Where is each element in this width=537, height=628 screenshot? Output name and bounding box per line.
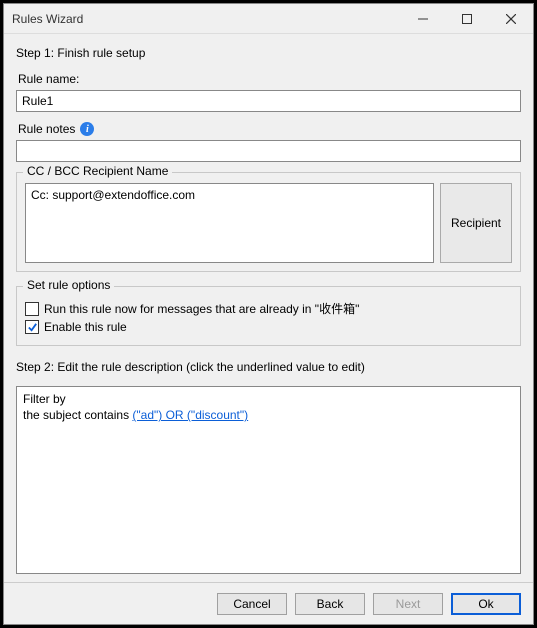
- cc-bcc-group: CC / BCC Recipient Name Recipient: [16, 172, 521, 272]
- close-icon: [506, 14, 516, 24]
- rules-wizard-window: Rules Wizard Step 1: Finish rule setup R…: [3, 3, 534, 625]
- rule-options-group: Set rule options Run this rule now for m…: [16, 286, 521, 346]
- next-button: Next: [373, 593, 443, 615]
- enable-rule-label: Enable this rule: [44, 320, 127, 334]
- description-line2-prefix: the subject contains: [23, 408, 132, 422]
- rule-name-label-text: Rule name:: [18, 72, 79, 86]
- cc-bcc-textarea[interactable]: [25, 183, 434, 263]
- dialog-body: Step 1: Finish rule setup Rule name: Rul…: [4, 34, 533, 582]
- run-now-checkbox[interactable]: [25, 302, 39, 316]
- rule-notes-input[interactable]: [16, 140, 521, 162]
- run-now-label: Run this rule now for messages that are …: [44, 300, 359, 317]
- window-title: Rules Wizard: [12, 12, 401, 26]
- info-icon[interactable]: i: [80, 122, 94, 136]
- step1-heading: Step 1: Finish rule setup: [16, 46, 521, 60]
- rule-notes-label-text: Rule notes: [18, 122, 75, 136]
- check-icon: [27, 322, 38, 333]
- description-subject-link[interactable]: ("ad") OR ("discount"): [132, 408, 248, 422]
- button-bar: Cancel Back Next Ok: [4, 582, 533, 624]
- minimize-button[interactable]: [401, 4, 445, 33]
- enable-rule-checkbox[interactable]: [25, 320, 39, 334]
- rule-options-legend: Set rule options: [23, 278, 114, 292]
- maximize-icon: [462, 14, 472, 24]
- rule-description-box: Filter by the subject contains ("ad") OR…: [16, 386, 521, 574]
- description-line1: Filter by: [23, 391, 514, 407]
- rule-name-input[interactable]: [16, 90, 521, 112]
- cancel-button[interactable]: Cancel: [217, 593, 287, 615]
- close-button[interactable]: [489, 4, 533, 33]
- step2-heading: Step 2: Edit the rule description (click…: [16, 360, 521, 374]
- maximize-button[interactable]: [445, 4, 489, 33]
- description-line2: the subject contains ("ad") OR ("discoun…: [23, 407, 514, 423]
- rule-name-label: Rule name:: [18, 72, 521, 86]
- cc-bcc-legend: CC / BCC Recipient Name: [23, 164, 172, 178]
- recipient-button[interactable]: Recipient: [440, 183, 512, 263]
- enable-rule-option[interactable]: Enable this rule: [25, 320, 512, 334]
- titlebar: Rules Wizard: [4, 4, 533, 34]
- rule-notes-label: Rule notes i: [18, 122, 521, 136]
- ok-button[interactable]: Ok: [451, 593, 521, 615]
- window-controls: [401, 4, 533, 33]
- back-button[interactable]: Back: [295, 593, 365, 615]
- run-now-option[interactable]: Run this rule now for messages that are …: [25, 300, 512, 317]
- minimize-icon: [418, 14, 428, 24]
